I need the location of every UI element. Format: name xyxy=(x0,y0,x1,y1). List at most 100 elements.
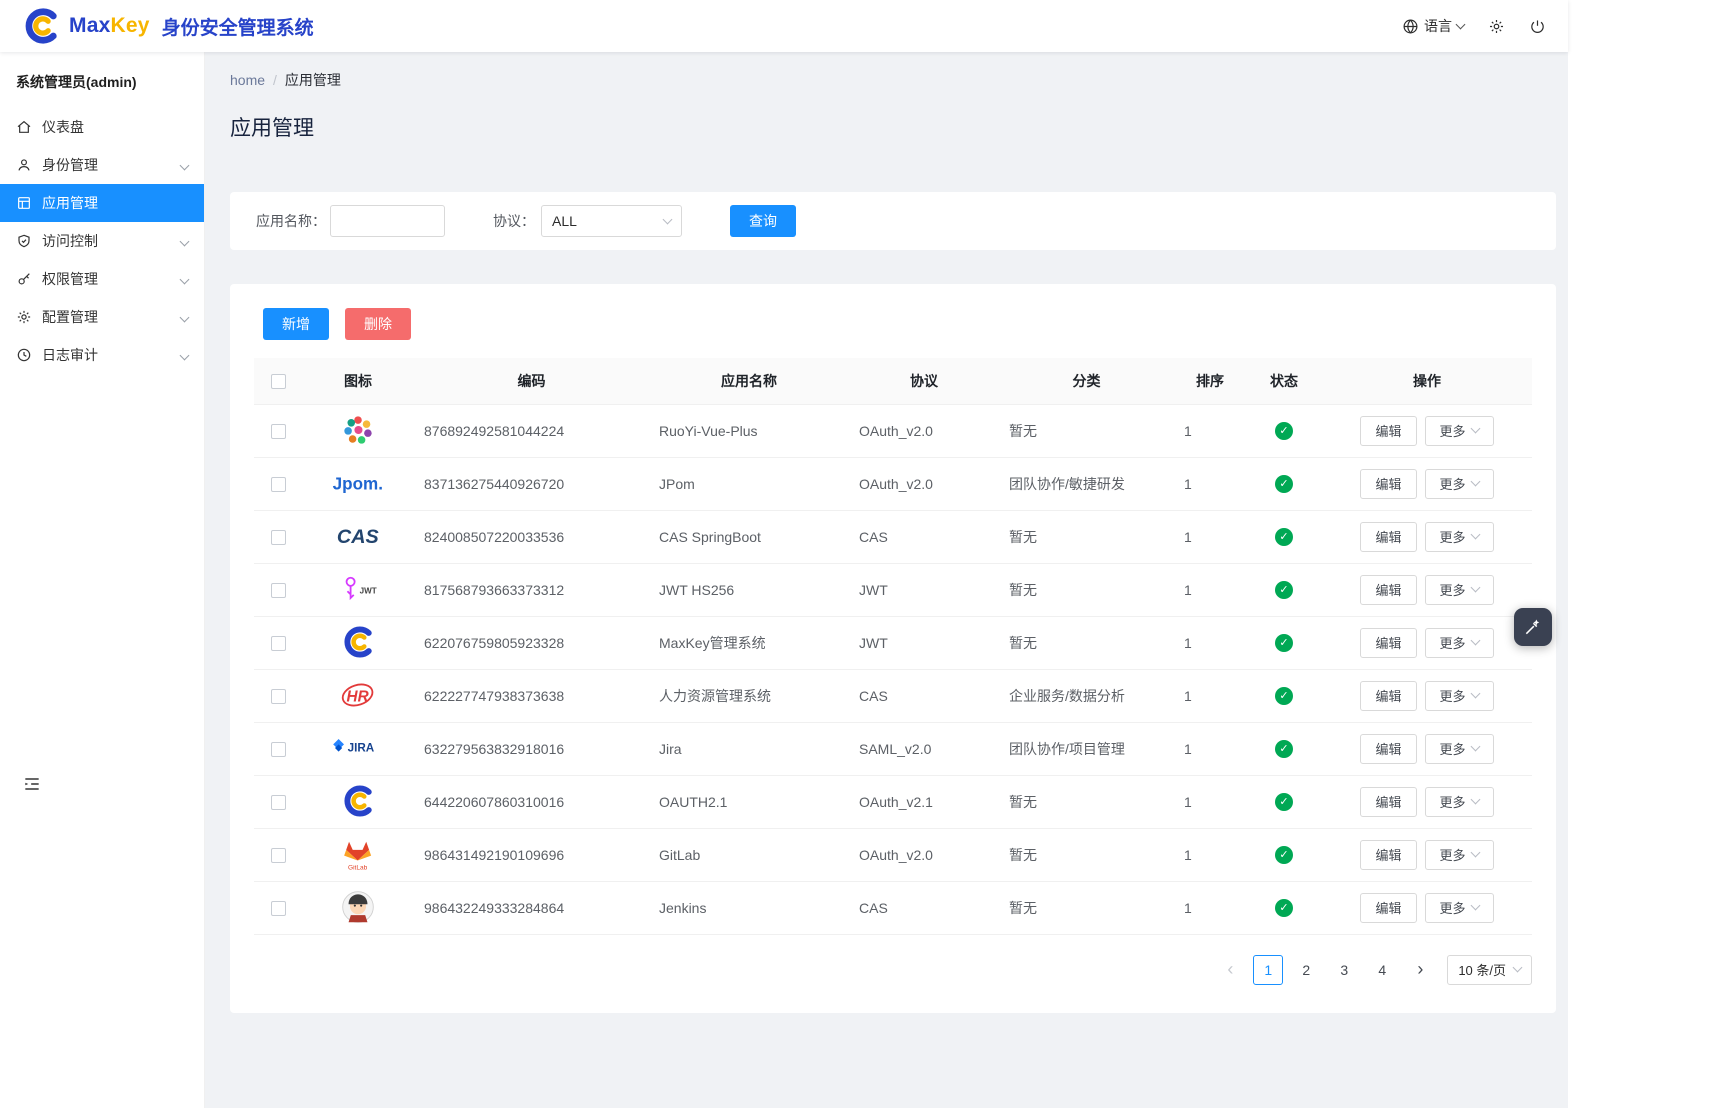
settings-gear-icon[interactable] xyxy=(1488,18,1505,35)
pagination-page-1[interactable]: 1 xyxy=(1253,955,1283,985)
sidebar-item-audit[interactable]: 日志审计 xyxy=(0,336,204,374)
app-window: MaxKey 身份安全管理系统 语言 xyxy=(0,0,1568,1108)
page-size-value: 10 条/页 xyxy=(1458,960,1506,979)
chevron-down-icon xyxy=(1470,636,1480,646)
row-checkbox[interactable] xyxy=(271,742,286,757)
sidebar-item-apps[interactable]: 应用管理 xyxy=(0,184,204,222)
sidebar-item-permission[interactable]: 权限管理 xyxy=(0,260,204,298)
app-protocol: OAuth_v2.1 xyxy=(849,775,999,828)
app-code: 986432249333284864 xyxy=(414,881,649,934)
brand-name-max: Max xyxy=(69,14,110,37)
column-header-8: 操作 xyxy=(1322,358,1532,404)
sidebar-item-identity[interactable]: 身份管理 xyxy=(0,146,204,184)
app-protocol: CAS xyxy=(849,881,999,934)
chevron-down-icon xyxy=(180,236,190,246)
edit-button[interactable]: 编辑 xyxy=(1360,787,1416,817)
current-user-label: 系统管理员(admin) xyxy=(0,52,204,108)
add-button[interactable]: 新增 xyxy=(263,308,329,340)
edit-button[interactable]: 编辑 xyxy=(1360,522,1416,552)
audit-icon xyxy=(16,347,32,363)
edit-button[interactable]: 编辑 xyxy=(1360,840,1416,870)
sidebar-item-label: 身份管理 xyxy=(42,155,98,175)
more-button[interactable]: 更多 xyxy=(1425,416,1494,446)
select-all-checkbox[interactable] xyxy=(271,374,286,389)
more-button[interactable]: 更多 xyxy=(1425,522,1494,552)
app-protocol: JWT xyxy=(849,616,999,669)
sidebar: 系统管理员(admin) 仪表盘身份管理应用管理访问控制权限管理配置管理日志审计 xyxy=(0,52,205,1108)
row-checkbox[interactable] xyxy=(271,848,286,863)
chevron-down-icon xyxy=(1470,530,1480,540)
page-size-select[interactable]: 10 条/页 xyxy=(1447,955,1532,985)
more-button[interactable]: 更多 xyxy=(1425,893,1494,923)
table-body: 876892492581044224RuoYi-Vue-PlusOAuth_v2… xyxy=(254,404,1532,934)
edit-button[interactable]: 编辑 xyxy=(1360,628,1416,658)
status-enabled-icon: ✓ xyxy=(1275,581,1293,599)
table-row: 622076759805923328MaxKey管理系统JWT暂无1✓编辑更多 xyxy=(254,616,1532,669)
row-checkbox[interactable] xyxy=(271,477,286,492)
filter-card: 应用名称： 协议： ALL 查询 xyxy=(230,192,1556,250)
more-button[interactable]: 更多 xyxy=(1425,787,1494,817)
edit-button[interactable]: 编辑 xyxy=(1360,681,1416,711)
app-code: 622227747938373638 xyxy=(414,669,649,722)
pagination-page-3[interactable]: 3 xyxy=(1329,955,1359,985)
chevron-down-icon xyxy=(1470,901,1480,911)
row-checkbox[interactable] xyxy=(271,689,286,704)
row-checkbox[interactable] xyxy=(271,795,286,810)
chevron-down-icon xyxy=(663,214,673,224)
row-checkbox[interactable] xyxy=(271,636,286,651)
status-enabled-icon: ✓ xyxy=(1275,528,1293,546)
protocol-filter-select[interactable]: ALL xyxy=(541,205,682,237)
pagination-next-button[interactable]: › xyxy=(1405,955,1435,985)
column-header-7: 状态 xyxy=(1246,358,1322,404)
app-category: 暂无 xyxy=(999,775,1174,828)
row-checkbox[interactable] xyxy=(271,530,286,545)
row-checkbox[interactable] xyxy=(271,424,286,439)
breadcrumb-home-link[interactable]: home xyxy=(230,72,265,88)
app-sort: 1 xyxy=(1174,722,1246,775)
breadcrumb: home/应用管理 xyxy=(230,70,1556,90)
app-code: 837136275440926720 xyxy=(414,457,649,510)
app-code: 817568793663373312 xyxy=(414,563,649,616)
pagination-prev-button[interactable]: ‹ xyxy=(1215,955,1245,985)
more-button[interactable]: 更多 xyxy=(1425,840,1494,870)
edit-button[interactable]: 编辑 xyxy=(1360,416,1416,446)
pagination-page-2[interactable]: 2 xyxy=(1291,955,1321,985)
more-button[interactable]: 更多 xyxy=(1425,681,1494,711)
sidebar-item-dashboard[interactable]: 仪表盘 xyxy=(0,108,204,146)
row-checkbox[interactable] xyxy=(271,583,286,598)
breadcrumb-separator: / xyxy=(273,72,277,88)
floating-screenshot-tool-button[interactable] xyxy=(1514,608,1552,646)
more-button[interactable]: 更多 xyxy=(1425,575,1494,605)
delete-button[interactable]: 删除 xyxy=(345,308,411,340)
edit-button[interactable]: 编辑 xyxy=(1360,734,1416,764)
hr-icon: HR xyxy=(336,676,379,714)
more-button[interactable]: 更多 xyxy=(1425,734,1494,764)
edit-button[interactable]: 编辑 xyxy=(1360,469,1416,499)
logout-power-icon[interactable] xyxy=(1529,18,1546,35)
table-row: 644220607860310016OAUTH2.1OAuth_v2.1暂无1✓… xyxy=(254,775,1532,828)
maxkey-icon xyxy=(340,782,376,820)
app-name-filter-input[interactable] xyxy=(330,205,445,237)
sidebar-nav: 仪表盘身份管理应用管理访问控制权限管理配置管理日志审计 xyxy=(0,108,204,374)
more-button[interactable]: 更多 xyxy=(1425,469,1494,499)
svg-text:CAS: CAS xyxy=(337,526,379,548)
column-header-1: 图标 xyxy=(302,358,414,404)
edit-button[interactable]: 编辑 xyxy=(1360,893,1416,923)
more-button[interactable]: 更多 xyxy=(1425,628,1494,658)
jira-icon: JIRA xyxy=(326,729,391,767)
app-sort: 1 xyxy=(1174,881,1246,934)
sidebar-item-config[interactable]: 配置管理 xyxy=(0,298,204,336)
language-menu[interactable]: 语言 xyxy=(1402,16,1464,36)
sidebar-collapse-button[interactable] xyxy=(22,774,42,797)
row-checkbox[interactable] xyxy=(271,901,286,916)
identity-icon xyxy=(16,157,32,173)
app-name: Jenkins xyxy=(649,881,849,934)
edit-button[interactable]: 编辑 xyxy=(1360,575,1416,605)
column-header-6: 排序 xyxy=(1174,358,1246,404)
app-sort: 1 xyxy=(1174,669,1246,722)
app-category: 企业服务/数据分析 xyxy=(999,669,1174,722)
chevron-down-icon xyxy=(1470,742,1480,752)
search-button[interactable]: 查询 xyxy=(730,205,796,237)
sidebar-item-access[interactable]: 访问控制 xyxy=(0,222,204,260)
pagination-page-4[interactable]: 4 xyxy=(1367,955,1397,985)
